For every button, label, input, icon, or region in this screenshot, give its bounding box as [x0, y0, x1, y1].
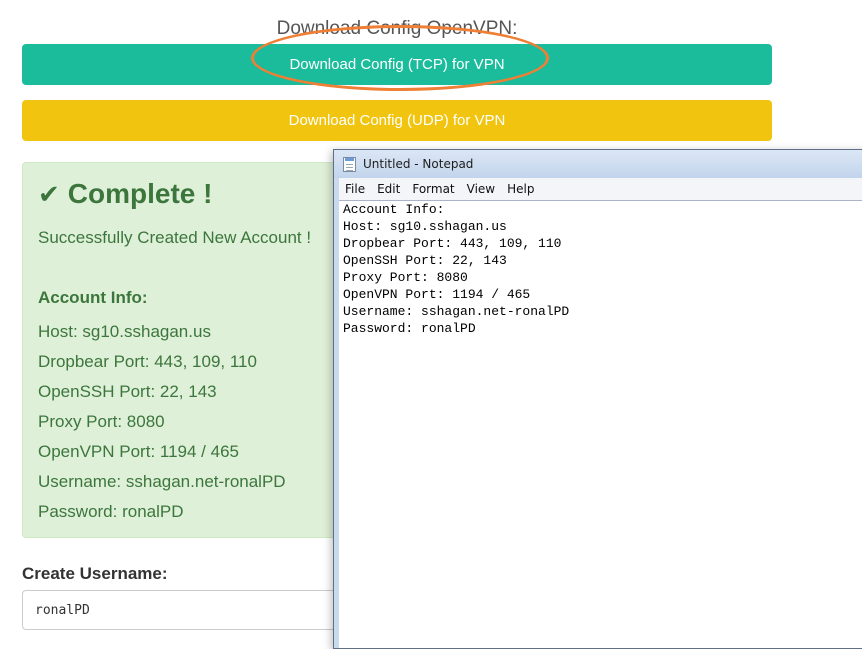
notepad-title: Untitled - Notepad [363, 157, 474, 171]
download-udp-config-button[interactable]: Download Config (UDP) for VPN [22, 100, 772, 141]
notepad-line: OpenVPN Port: 1194 / 465 [343, 287, 531, 302]
menu-view[interactable]: View [461, 178, 501, 200]
account-info-host: Host: sg10.sshagan.us [38, 322, 211, 341]
notepad-line: Host: sg10.sshagan.us [343, 219, 507, 234]
alert-title-text: Complete ! [67, 178, 213, 209]
account-info-username: Username: sshagan.net-ronalPD [38, 472, 286, 491]
account-info-openvpn: OpenVPN Port: 1194 / 465 [38, 442, 239, 461]
notepad-line: Dropbear Port: 443, 109, 110 [343, 236, 562, 251]
notepad-text-area[interactable]: Account Info: Host: sg10.sshagan.us Drop… [339, 200, 862, 648]
alert-subtitle: Successfully Created New Account ! [38, 228, 312, 247]
notepad-line: Username: sshagan.net-ronalPD [343, 304, 570, 319]
username-input[interactable] [22, 590, 362, 630]
download-tcp-config-button[interactable]: Download Config (TCP) for VPN [22, 44, 772, 85]
account-info-password: Password: ronalPD [38, 502, 184, 521]
account-info-openssh: OpenSSH Port: 22, 143 [38, 382, 217, 401]
notepad-line: Proxy Port: 8080 [343, 270, 468, 285]
download-config-heading: Download Config OpenVPN: [276, 18, 518, 39]
menu-format[interactable]: Format [406, 178, 460, 200]
notepad-titlebar[interactable]: Untitled - Notepad [334, 150, 862, 178]
notepad-line: Password: ronalPD [343, 321, 476, 336]
notepad-window[interactable]: Untitled - Notepad File Edit Format View… [333, 149, 862, 649]
menu-edit[interactable]: Edit [371, 178, 406, 200]
account-info-list: Host: sg10.sshagan.us Dropbear Port: 443… [38, 317, 286, 527]
account-info-dropbear: Dropbear Port: 443, 109, 110 [38, 352, 257, 371]
menu-file[interactable]: File [339, 178, 371, 200]
account-info-proxy: Proxy Port: 8080 [38, 412, 165, 431]
checkmark-icon: ✔ [38, 179, 60, 209]
notepad-line: OpenSSH Port: 22, 143 [343, 253, 507, 268]
notepad-line: Account Info: [343, 202, 445, 217]
notepad-app-icon [343, 156, 356, 172]
menu-help[interactable]: Help [501, 178, 540, 200]
alert-title: ✔ Complete ! [38, 177, 212, 211]
account-info-heading: Account Info: [38, 288, 148, 307]
create-username-label: Create Username: [22, 564, 168, 583]
notepad-menubar: File Edit Format View Help [339, 178, 862, 201]
